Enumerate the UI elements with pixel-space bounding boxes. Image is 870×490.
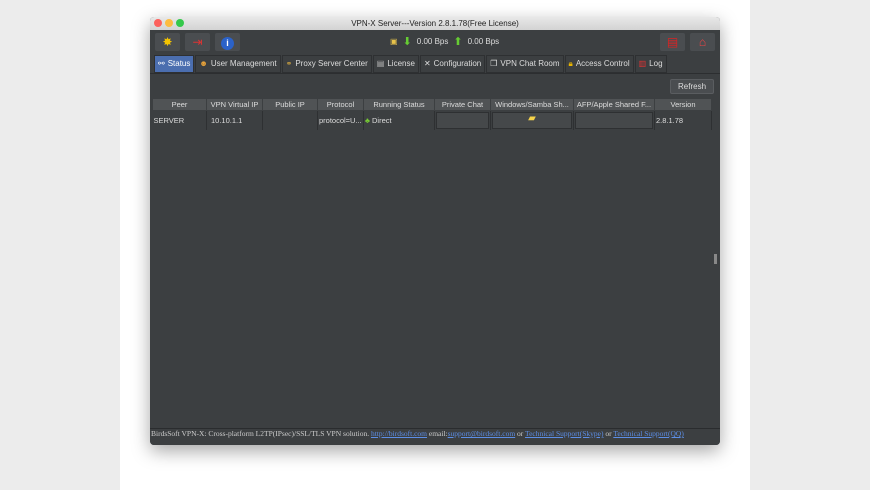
app-window: VPN-X Server---Version 2.8.1.78(Free Lic… — [150, 17, 720, 445]
protocol-cell: protocol=U... — [317, 110, 364, 130]
zoom-button[interactable] — [176, 19, 184, 27]
tab-proxy-server-center[interactable]: ⚭ Proxy Server Center — [281, 55, 372, 73]
chat-icon: ❐ — [490, 59, 498, 68]
samba-share-button[interactable]: ▰ — [492, 112, 572, 129]
direct-icon: ♣ — [365, 116, 370, 125]
column-header[interactable]: Peer — [152, 98, 207, 111]
collapse-icon[interactable]: ✸ — [155, 33, 180, 51]
column-header[interactable]: Running Status — [363, 98, 435, 111]
status-panel: Refresh Peer VPN Virtual IP Public IP Pr… — [150, 73, 720, 429]
upload-speed: 0.00 Bps — [467, 37, 500, 46]
minimize-button[interactable] — [165, 19, 173, 27]
license-icon: ▤ — [376, 59, 385, 68]
download-icon: ⬇ — [402, 36, 412, 48]
network-icon: ▣ — [390, 37, 398, 46]
column-header[interactable]: VPN Virtual IP — [206, 98, 263, 111]
skype-support-link[interactable]: Technical Support(Skype) — [525, 429, 603, 438]
proxy-icon: ⚭ — [285, 59, 293, 68]
private-chat-button[interactable] — [436, 112, 489, 129]
tab-vpn-chat-room[interactable]: ❐ VPN Chat Room — [486, 55, 564, 73]
refresh-button[interactable]: Refresh — [670, 79, 715, 94]
home-icon[interactable]: ⌂ — [690, 33, 715, 51]
status-icon: ⚯ — [158, 59, 165, 68]
title-bar: VPN-X Server---Version 2.8.1.78(Free Lic… — [150, 17, 720, 30]
tab-status[interactable]: ⚯ Status — [154, 55, 195, 73]
window-title: VPN-X Server---Version 2.8.1.78(Free Lic… — [351, 19, 519, 28]
column-header[interactable]: AFP/Apple Shared F... — [573, 98, 655, 111]
public-ip-cell — [262, 110, 318, 130]
email-link[interactable]: support@birdsoft.com — [448, 429, 516, 438]
column-header[interactable]: Protocol — [317, 98, 364, 111]
running-status-cell: ♣ Direct — [363, 110, 435, 130]
tab-bar: ⚯ Status ☻ User Management ⚭ Proxy Server C… — [150, 55, 720, 73]
log-icon: ▥ — [638, 59, 647, 68]
folder-icon: ▰ — [528, 113, 536, 124]
tab-log[interactable]: ▥ Log — [634, 55, 667, 73]
vip-cell: 10.10.1.1 — [206, 110, 263, 130]
peer-cell: SERVER — [152, 110, 207, 130]
footer: BirdsSoft VPN-X: Cross-platform L2TP(IPs… — [150, 428, 720, 445]
tab-user-management[interactable]: ☻ User Management — [195, 55, 281, 73]
column-header[interactable]: Windows/Samba Sh... — [490, 98, 574, 111]
version-cell: 2.8.1.78 — [654, 110, 712, 130]
calendar-icon[interactable]: ▤ — [660, 33, 685, 51]
tab-configuration[interactable]: ✕ Configuration — [419, 55, 486, 73]
tab-access-control[interactable]: 🔒︎ Access Control — [564, 55, 634, 73]
afp-share-button[interactable] — [575, 112, 653, 129]
column-header[interactable]: Public IP — [262, 98, 318, 111]
upload-icon: ⬆ — [453, 36, 463, 48]
info-icon[interactable]: i — [215, 33, 240, 51]
resize-handle[interactable] — [714, 254, 717, 264]
column-header[interactable]: Private Chat — [434, 98, 491, 111]
tools-icon: ✕ — [423, 59, 431, 68]
tab-license[interactable]: ▤ License — [372, 55, 419, 73]
download-speed: 0.00 Bps — [416, 37, 449, 46]
close-button[interactable] — [154, 19, 162, 27]
toolbar: ✸ ⇥ i ▣ ⬇ 0.00 Bps ⬆ 0.00 Bps ▤ ⌂ — [150, 30, 720, 55]
table-row[interactable]: SERVER 10.10.1.1 protocol=U... ♣ Direct … — [152, 110, 712, 130]
users-icon: ☻ — [199, 59, 208, 68]
exit-icon[interactable]: ⇥ — [185, 33, 210, 51]
website-link[interactable]: http://birdsoft.com — [371, 429, 427, 438]
table-header: Peer VPN Virtual IP Public IP Protocol R… — [152, 98, 712, 111]
qq-support-link[interactable]: Technical Support(QQ) — [613, 429, 684, 438]
column-header[interactable]: Version — [654, 98, 712, 111]
peers-table: Peer VPN Virtual IP Public IP Protocol R… — [152, 98, 712, 130]
lock-icon: 🔒︎ — [568, 59, 573, 68]
